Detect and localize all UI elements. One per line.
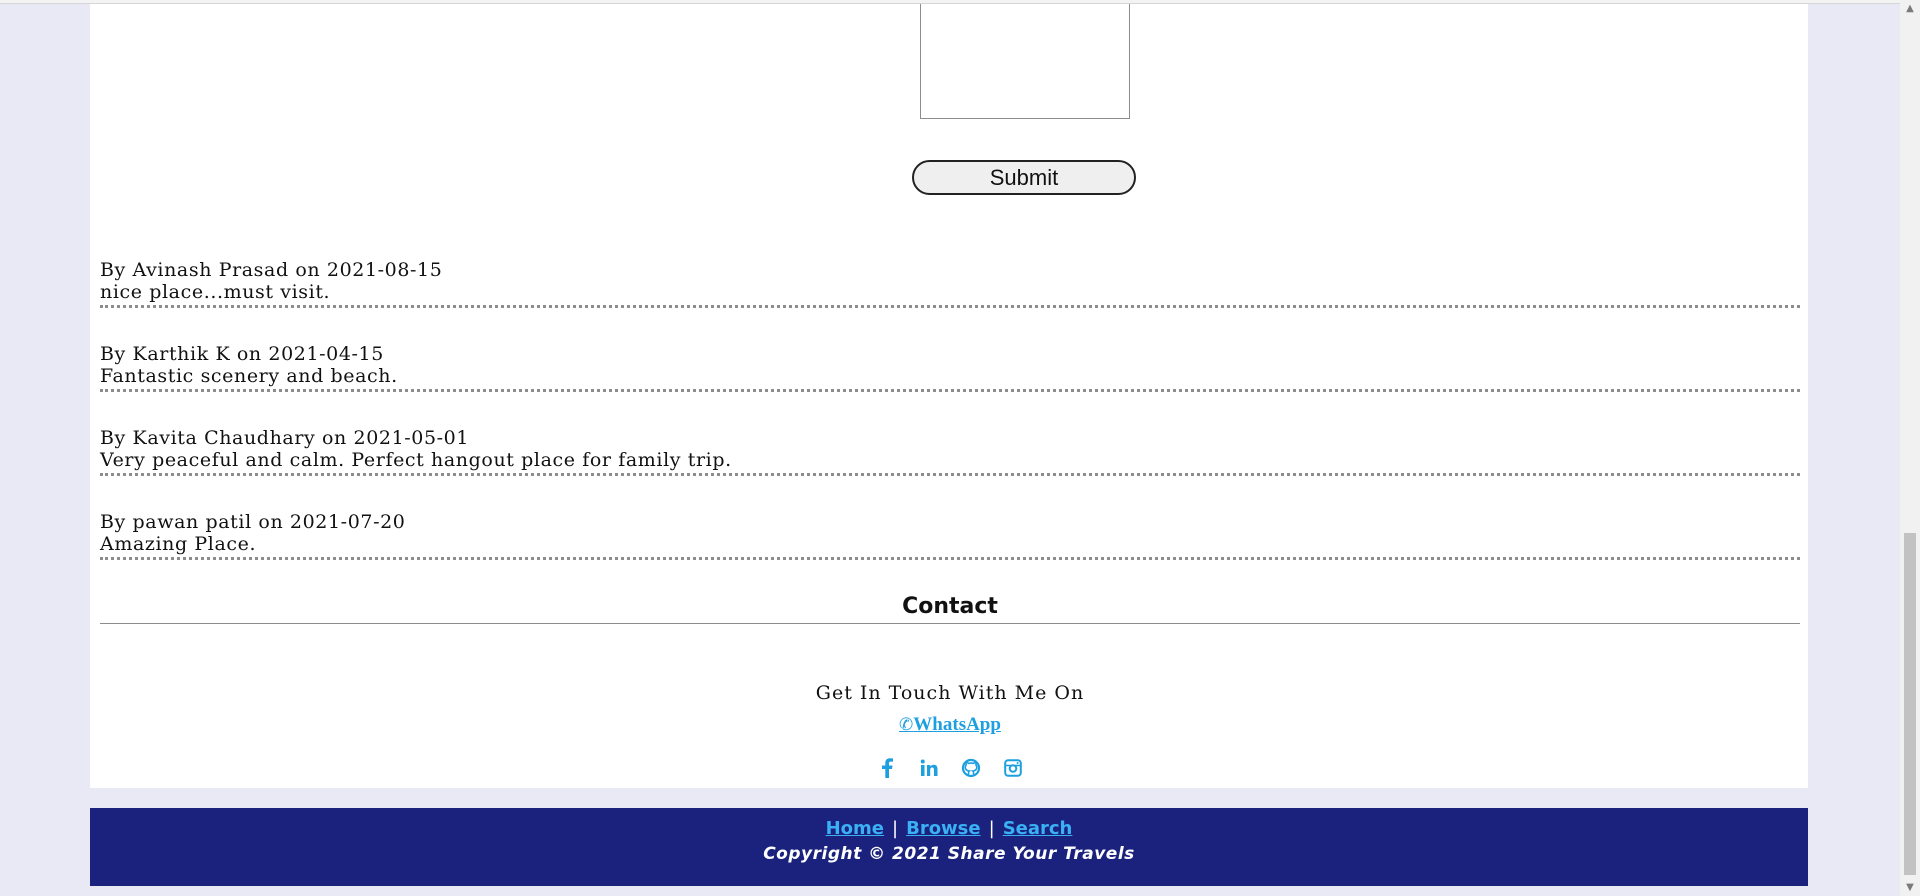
get-in-touch-text: Get In Touch With Me On xyxy=(815,682,1085,704)
contact-divider xyxy=(100,623,1800,624)
footer-nav: Home | Browse | Search xyxy=(90,818,1808,839)
main-content: Submit By Avinash Prasad on 2021-08-15 n… xyxy=(90,4,1808,788)
social-links xyxy=(100,758,1800,778)
review-item: By Avinash Prasad on 2021-08-15 nice pla… xyxy=(100,259,1800,308)
github-icon[interactable] xyxy=(961,758,981,778)
review-item: By Karthik K on 2021-04-15 Fantastic sce… xyxy=(100,343,1800,392)
review-item: By Kavita Chaudhary on 2021-05-01 Very p… xyxy=(100,427,1800,476)
vertical-scrollbar[interactable]: ▲ ▼ xyxy=(1900,0,1920,896)
instagram-icon[interactable] xyxy=(1003,758,1023,778)
review-meta: By pawan patil on 2021-07-20 xyxy=(100,511,406,533)
footer-link-home[interactable]: Home xyxy=(826,818,884,839)
copyright-text: Copyright © 2021 Share Your Travels xyxy=(763,844,1135,864)
review-textarea[interactable] xyxy=(920,4,1130,119)
scroll-up-icon[interactable]: ▲ xyxy=(1900,0,1920,17)
scrollbar-thumb[interactable] xyxy=(1904,533,1916,875)
footer-link-browse[interactable]: Browse xyxy=(906,818,981,839)
site-footer: Home | Browse | Search Copyright © 2021 Shar… xyxy=(90,808,1808,886)
reviews-list: By Avinash Prasad on 2021-08-15 nice pla… xyxy=(100,259,1800,595)
scroll-down-icon[interactable]: ▼ xyxy=(1900,879,1920,896)
review-meta: By Avinash Prasad on 2021-08-15 xyxy=(100,259,443,281)
contact-heading: Contact xyxy=(902,594,998,619)
review-meta: By Kavita Chaudhary on 2021-05-01 xyxy=(100,427,470,449)
review-text: nice place...must visit. xyxy=(100,281,331,303)
whatsapp-link[interactable]: ✆WhatsApp xyxy=(100,714,1800,736)
submit-button[interactable]: Submit xyxy=(912,160,1136,195)
review-text: Very peaceful and calm. Perfect hangout … xyxy=(100,449,732,471)
footer-separator: | xyxy=(988,818,995,839)
facebook-icon[interactable] xyxy=(877,758,897,778)
whatsapp-icon: ✆ xyxy=(899,715,914,735)
footer-separator: | xyxy=(892,818,899,839)
review-meta: By Karthik K on 2021-04-15 xyxy=(100,343,384,365)
linkedin-icon[interactable] xyxy=(919,758,939,778)
review-item: By pawan patil on 2021-07-20 Amazing Pla… xyxy=(100,511,1800,560)
whatsapp-label: WhatsApp xyxy=(913,714,1001,735)
review-text: Amazing Place. xyxy=(100,533,257,555)
review-text: Fantastic scenery and beach. xyxy=(100,365,398,387)
footer-link-search[interactable]: Search xyxy=(1003,818,1073,839)
